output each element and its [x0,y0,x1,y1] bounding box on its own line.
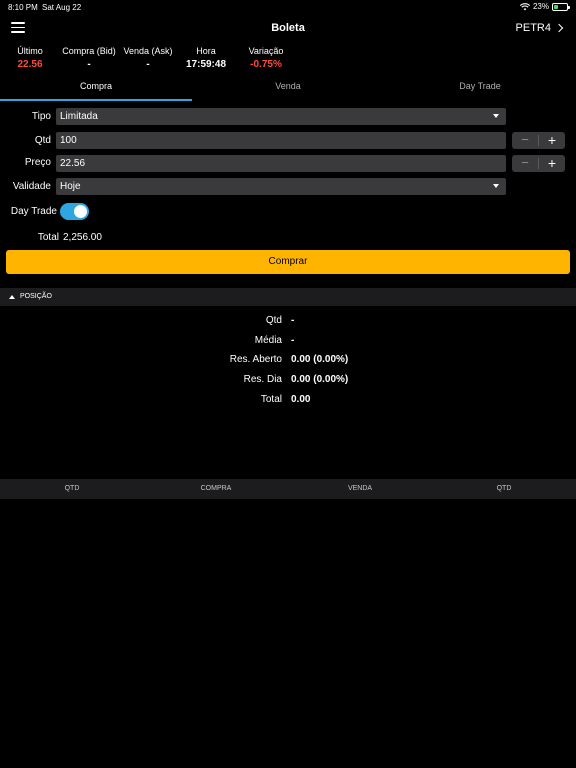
tipo-value: Limitada [60,111,98,122]
caret-down-icon [493,114,499,118]
ticker-symbol: PETR4 [515,22,551,34]
nav-bar: Boleta PETR4 [0,14,576,42]
ticker-selector[interactable]: PETR4 [515,22,564,34]
position-value: - [291,315,295,326]
comprar-button[interactable]: Comprar [6,250,570,274]
validade-select[interactable]: Hoje [56,178,506,195]
wifi-icon [519,2,530,10]
position-label: Média [254,335,282,346]
validade-value: Hoje [60,181,81,192]
quote-value: - [87,59,91,70]
preco-increment-button[interactable]: + [539,155,565,172]
position-value: - [291,335,295,346]
page-title: Boleta [271,22,305,34]
tab-day-trade[interactable]: Day Trade [384,78,576,101]
quote-value: 17:59:48 [185,59,227,70]
status-date: Sat Aug 22 [42,3,82,12]
quote-ask: Venda (Ask) - [122,46,174,70]
collapse-triangle-icon [9,295,15,299]
position-value: 0.00 (0.00%) [291,374,349,385]
total-label: Total [37,232,59,243]
toggle-knob [74,205,87,218]
book-col-qtd-sell: QTD [496,485,512,492]
status-time: 8:10 PM [8,3,38,12]
preco-decrement-button[interactable]: − [512,155,538,172]
preco-value: 22.56 [60,158,86,169]
tab-compra[interactable]: Compra [0,78,192,101]
daytrade-toggle[interactable] [60,203,89,220]
position-section-header[interactable]: POSIÇÃO [0,288,576,306]
position-header-label: POSIÇÃO [20,293,52,300]
quote-variacao: Variação -0.75% [244,46,288,70]
qtd-stepper: − + [512,132,565,149]
position-label: Res. Aberto [229,354,282,365]
quote-hora: Hora 17:59:48 [182,46,230,70]
tab-venda[interactable]: Venda [192,78,384,101]
book-col-venda: VENDA [347,485,373,492]
quote-label: Hora [196,46,216,56]
quote-label: Último [17,46,43,56]
total-value: 2,256.00 [63,232,102,243]
quote-value: - [146,59,150,70]
tipo-label: Tipo [31,111,51,122]
daytrade-label: Day Trade [10,206,57,217]
position-label: Qtd [265,315,282,326]
qtd-increment-button[interactable]: + [539,132,565,149]
battery-icon [552,2,570,11]
quote-label: Venda (Ask) [123,46,173,56]
book-col-qtd-buy: QTD [64,485,80,492]
status-bar: 8:10 PM Sat Aug 22 23% [0,0,576,14]
validade-label: Validade [12,181,51,192]
position-value: 0.00 (0.00%) [291,354,349,365]
battery-percent: 23% [532,2,549,11]
quote-label: Variação [248,46,284,56]
qtd-value: 100 [60,135,77,146]
status-right: 23% [519,2,570,11]
position-label: Res. Dia [243,374,282,385]
quote-label: Compra (Bid) [62,46,116,56]
preco-stepper: − + [512,155,565,172]
qtd-decrement-button[interactable]: − [512,132,538,149]
quote-strip: Último 22.56 Compra (Bid) - Venda (Ask) … [0,44,576,74]
qtd-label: Qtd [34,135,51,146]
tipo-select[interactable]: Limitada [56,108,506,125]
quote-value: 22.56 [17,59,43,70]
preco-input[interactable]: 22.56 [56,155,506,172]
caret-down-icon [493,184,499,188]
quote-value: -0.75% [250,59,282,70]
quote-ultimo: Último 22.56 [12,46,48,70]
position-label: Total [260,394,282,405]
book-header: QTD COMPRA VENDA QTD [0,479,576,499]
position-value: 0.00 [291,394,311,405]
qtd-input[interactable]: 100 [56,132,506,149]
order-tabs: Compra Venda Day Trade [0,78,576,101]
chevron-right-icon [554,23,564,33]
preco-label: Preço [24,157,51,168]
book-col-compra: COMPRA [200,485,232,492]
quote-bid: Compra (Bid) - [60,46,118,70]
